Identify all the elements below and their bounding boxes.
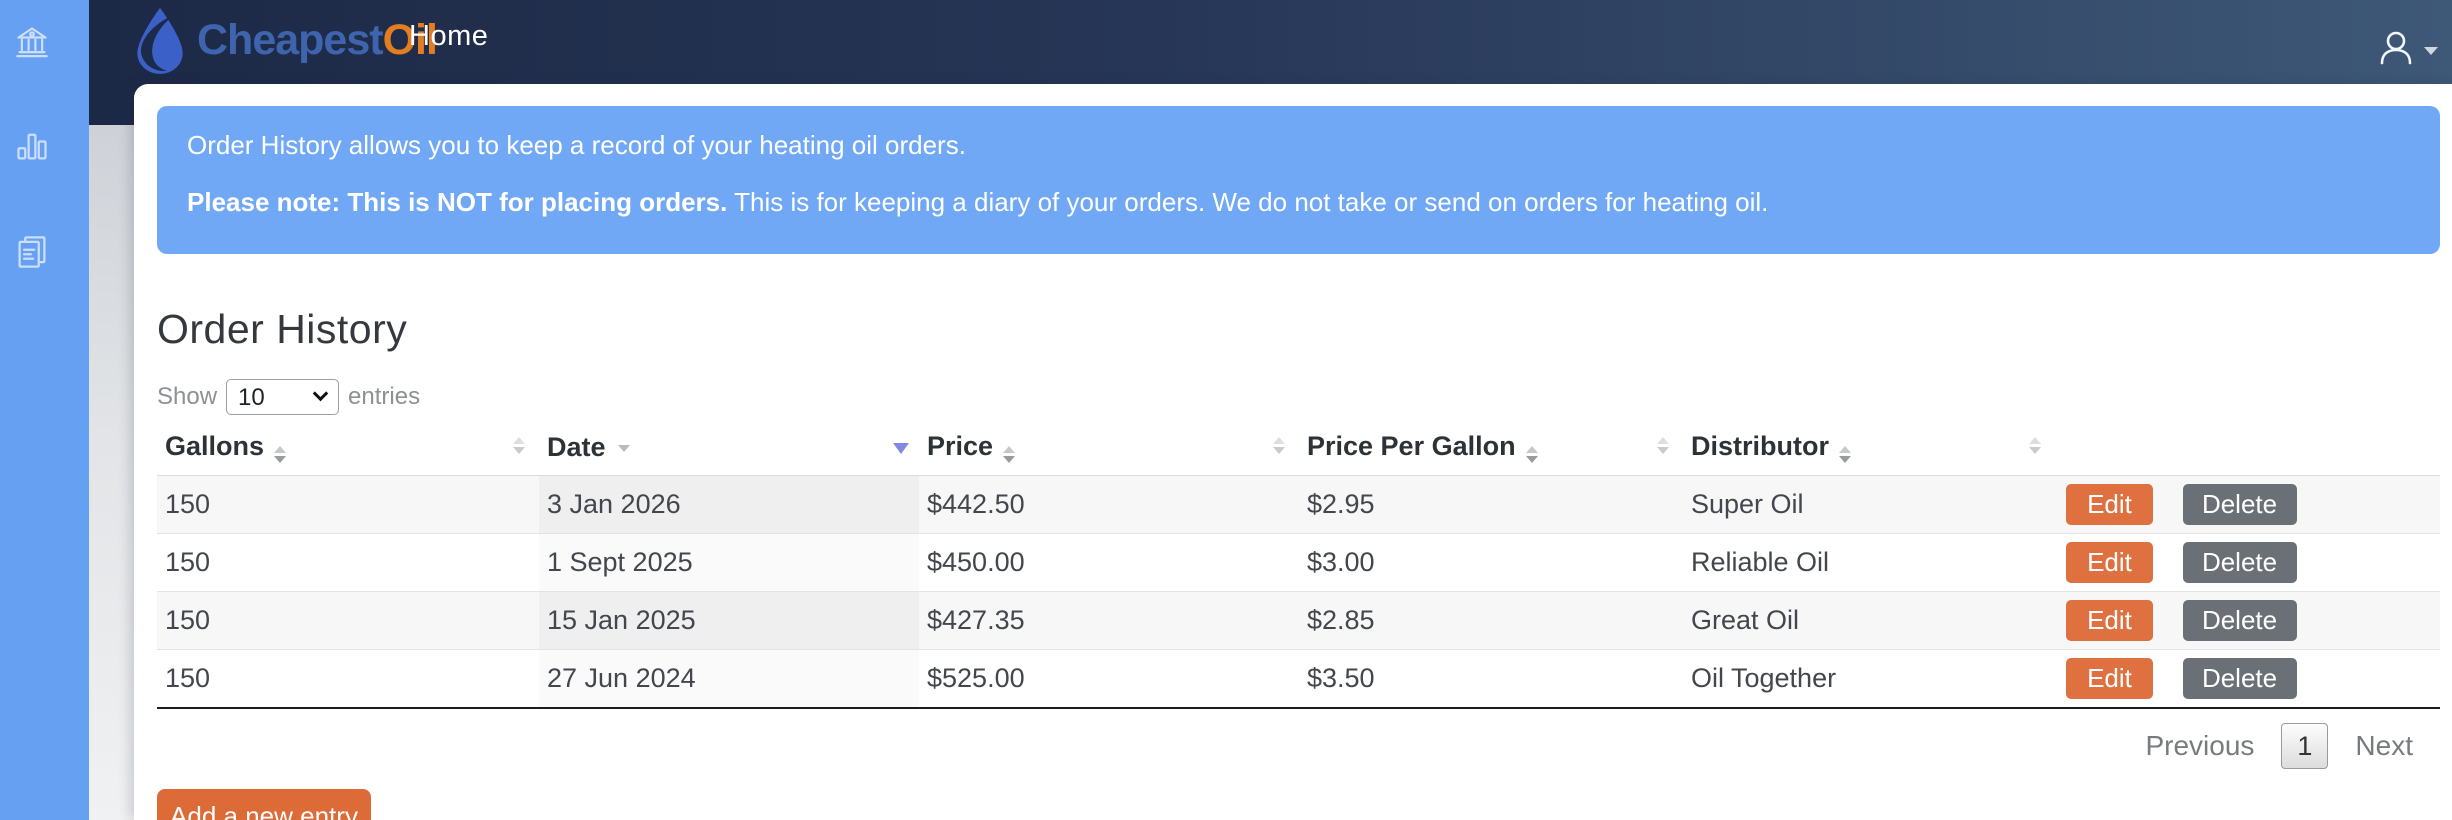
sort-icon bbox=[274, 446, 287, 463]
user-icon bbox=[2380, 31, 2412, 65]
oil-droplet-icon bbox=[137, 7, 183, 74]
sort-descending-active-icon bbox=[893, 443, 909, 454]
edit-button[interactable]: Edit bbox=[2066, 484, 2153, 525]
column-label: Date bbox=[547, 431, 606, 462]
column-header-date[interactable]: Date bbox=[539, 429, 919, 476]
cell-price: $450.00 bbox=[919, 533, 1299, 592]
cell-price: $525.00 bbox=[919, 649, 1299, 708]
table-row: 150 27 Jun 2024 $525.00 $3.50 Oil Togeth… bbox=[157, 649, 2440, 708]
column-header-actions bbox=[2055, 429, 2440, 476]
cell-actions: Edit Delete bbox=[2055, 533, 2440, 592]
banner-note-bold: Please note: This is NOT for placing ord… bbox=[187, 186, 728, 217]
edit-button[interactable]: Edit bbox=[2066, 600, 2153, 641]
order-history-table: Gallons Date Price Price Per Gallon Dist… bbox=[157, 429, 2440, 709]
cell-price: $442.50 bbox=[919, 475, 1299, 534]
column-label: Distributor bbox=[1691, 431, 1829, 461]
documents-icon[interactable] bbox=[14, 234, 50, 270]
delete-button[interactable]: Delete bbox=[2182, 484, 2297, 525]
add-entry-button[interactable]: Add a new entry bbox=[157, 789, 371, 820]
cell-date: 27 Jun 2024 bbox=[539, 649, 919, 708]
page-size-select[interactable]: 10 bbox=[226, 379, 340, 415]
brand-logo[interactable]: CheapestOil bbox=[131, 6, 438, 74]
cell-price-per-gallon: $2.95 bbox=[1299, 475, 1683, 534]
banner-note-rest: This is for keeping a diary of your orde… bbox=[727, 186, 1769, 217]
cell-actions: Edit Delete bbox=[2055, 591, 2440, 650]
table-row: 150 15 Jan 2025 $427.35 $2.85 Great Oil … bbox=[157, 591, 2440, 650]
cell-price-per-gallon: $2.85 bbox=[1299, 591, 1683, 650]
cell-gallons: 150 bbox=[157, 475, 539, 534]
sort-both-icon bbox=[1657, 437, 1669, 454]
column-header-gallons[interactable]: Gallons bbox=[157, 429, 539, 476]
cell-gallons: 150 bbox=[157, 591, 539, 650]
column-label: Price Per Gallon bbox=[1307, 431, 1516, 461]
cell-price-per-gallon: $3.50 bbox=[1299, 649, 1683, 708]
cell-price: $427.35 bbox=[919, 591, 1299, 650]
user-menu[interactable] bbox=[2378, 30, 2438, 68]
cell-date: 3 Jan 2026 bbox=[539, 475, 919, 534]
pagination-previous[interactable]: Previous bbox=[2145, 730, 2254, 762]
cell-price-per-gallon: $3.00 bbox=[1299, 533, 1683, 592]
sort-icon bbox=[1839, 446, 1851, 463]
sort-down-icon bbox=[617, 444, 630, 452]
delete-button[interactable]: Delete bbox=[2182, 658, 2297, 699]
edit-button[interactable]: Edit bbox=[2066, 658, 2153, 699]
column-header-price[interactable]: Price bbox=[919, 429, 1299, 476]
entries-label: entries bbox=[348, 383, 421, 410]
pagination: Previous 1 Next bbox=[157, 723, 2440, 769]
info-banner: Order History allows you to keep a recor… bbox=[157, 106, 2440, 254]
nav-link-home[interactable]: Home bbox=[409, 20, 488, 53]
page-size-select-wrap: 10 bbox=[226, 379, 340, 415]
cell-distributor: Great Oil bbox=[1683, 591, 2055, 650]
pagination-page-1[interactable]: 1 bbox=[2281, 723, 2329, 769]
cell-gallons: 150 bbox=[157, 533, 539, 592]
column-label: Gallons bbox=[165, 431, 265, 461]
column-label: Price bbox=[927, 431, 994, 461]
table-length-control: Show 10 entries bbox=[157, 379, 2440, 415]
column-header-distributor[interactable]: Distributor bbox=[1683, 429, 2055, 476]
pagination-next[interactable]: Next bbox=[2355, 730, 2413, 762]
cell-distributor: Oil Together bbox=[1683, 649, 2055, 708]
brand-text-first: Cheapest bbox=[197, 15, 384, 64]
cell-distributor: Reliable Oil bbox=[1683, 533, 2055, 592]
sort-both-icon bbox=[513, 437, 525, 454]
table-row: 150 3 Jan 2026 $442.50 $2.95 Super Oil E… bbox=[157, 475, 2440, 534]
cell-gallons: 150 bbox=[157, 649, 539, 708]
delete-button[interactable]: Delete bbox=[2182, 542, 2297, 583]
bar-chart-icon[interactable] bbox=[14, 128, 50, 164]
edit-button[interactable]: Edit bbox=[2066, 542, 2153, 583]
page-title: Order History bbox=[157, 306, 408, 352]
cell-date: 1 Sept 2025 bbox=[539, 533, 919, 592]
cell-distributor: Super Oil bbox=[1683, 475, 2055, 534]
sort-icon bbox=[1525, 446, 1538, 463]
table-header-row: Gallons Date Price Price Per Gallon Dist… bbox=[157, 429, 2440, 476]
sort-icon bbox=[1003, 446, 1016, 463]
cell-date: 15 Jan 2025 bbox=[539, 591, 919, 650]
column-header-price-per-gallon[interactable]: Price Per Gallon bbox=[1299, 429, 1683, 476]
table-row: 150 1 Sept 2025 $450.00 $3.00 Reliable O… bbox=[157, 533, 2440, 592]
delete-button[interactable]: Delete bbox=[2182, 600, 2297, 641]
sidebar bbox=[0, 0, 89, 820]
sort-both-icon bbox=[1273, 437, 1285, 454]
content-card: Order History allows you to keep a recor… bbox=[134, 84, 2452, 820]
banner-line1: Order History allows you to keep a recor… bbox=[187, 130, 966, 160]
sort-both-icon bbox=[2029, 437, 2041, 454]
show-label: Show bbox=[157, 383, 218, 410]
chevron-down-icon bbox=[2424, 47, 2438, 55]
page: CheapestOil Home Order History allows yo… bbox=[0, 0, 2452, 820]
brand-text: CheapestOil bbox=[197, 15, 438, 65]
cell-actions: Edit Delete bbox=[2055, 475, 2440, 534]
cell-actions: Edit Delete bbox=[2055, 649, 2440, 708]
banner-line2: Please note: This is NOT for placing ord… bbox=[187, 186, 2410, 218]
bank-icon[interactable] bbox=[14, 24, 50, 60]
